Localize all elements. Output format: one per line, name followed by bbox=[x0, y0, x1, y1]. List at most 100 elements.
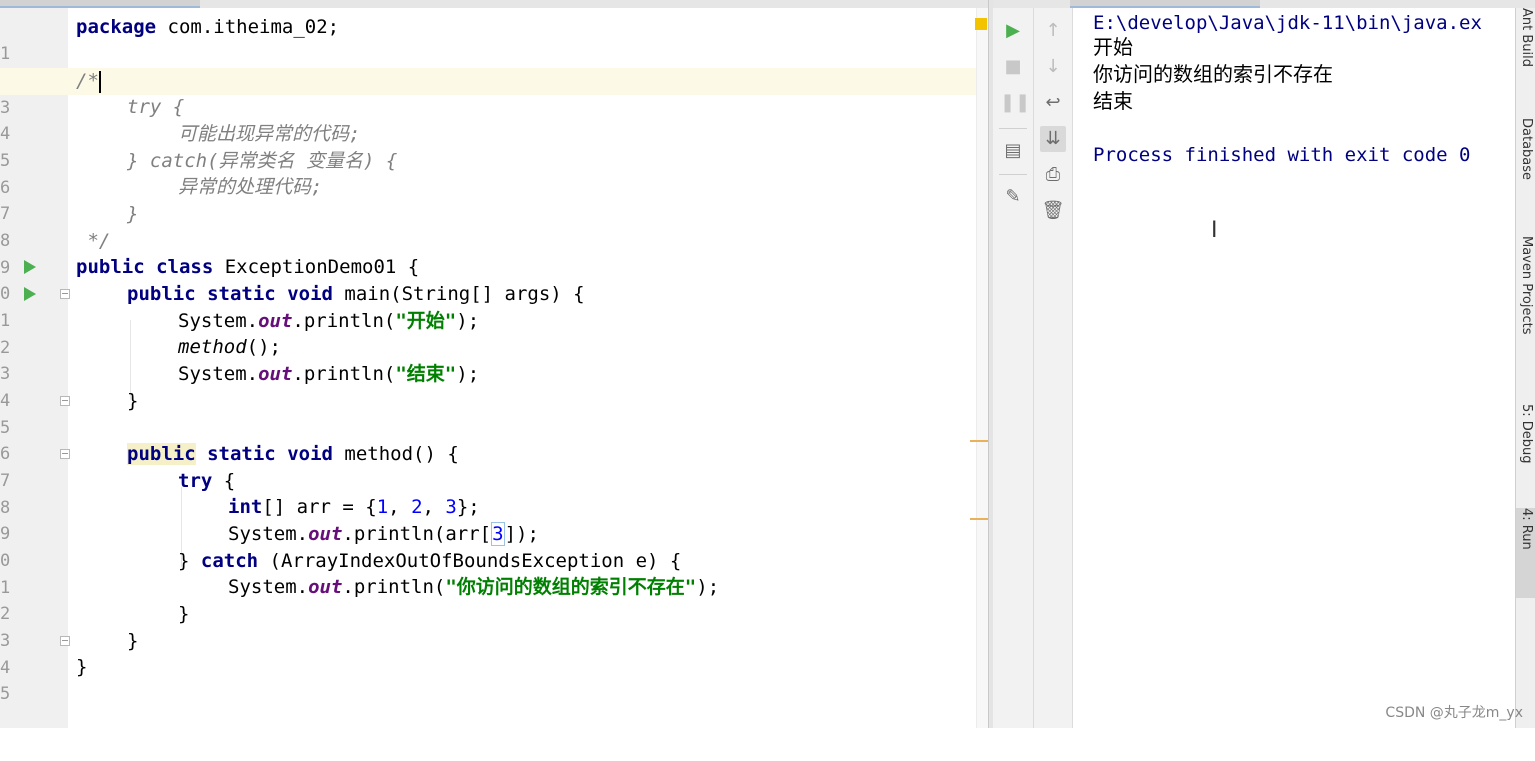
run-console[interactable]: E:\develop\Java\jdk-11\bin\java.ex 开始 你访… bbox=[1073, 8, 1515, 728]
static-field: out bbox=[258, 310, 293, 332]
side-tab-maven[interactable]: Maven Projects bbox=[1516, 236, 1535, 376]
code-editor[interactable]: 1 package com.itheima_02; 2 3 /* 4 try {… bbox=[0, 8, 990, 728]
code-text: } bbox=[178, 603, 190, 625]
keyword: public bbox=[127, 443, 196, 465]
code-text: ExceptionDemo01 { bbox=[213, 256, 420, 278]
keyword: public bbox=[127, 283, 196, 305]
current-code-line: 3 /* bbox=[0, 68, 976, 118]
code-line: 2 System.out.println("开始"); bbox=[0, 308, 976, 358]
side-tab-run[interactable]: 4: Run bbox=[1516, 508, 1535, 598]
code-text: com.itheima_02; bbox=[156, 16, 340, 38]
code-text: System. bbox=[178, 363, 259, 385]
comment-text: */ bbox=[76, 230, 111, 252]
keyword: void bbox=[287, 283, 333, 305]
code-line: 6 } catch(异常类名 变量名) { bbox=[0, 148, 976, 198]
code-text: ); bbox=[456, 363, 480, 385]
side-tab-database[interactable]: Database bbox=[1516, 118, 1535, 218]
pause-icon[interactable]: ❚❚ bbox=[1000, 90, 1030, 116]
comment-text: 可能出现异常的代码; bbox=[178, 123, 361, 145]
toolbar-separator bbox=[999, 128, 1027, 129]
side-tab-ant-build[interactable]: Ant Build bbox=[1516, 8, 1535, 88]
code-text: main(String[] args) { bbox=[332, 283, 585, 305]
code-line: 0 System.out.println(arr[3]); bbox=[0, 521, 976, 571]
code-line: 3 } bbox=[0, 601, 976, 651]
comment-text: 异常的处理代码; bbox=[178, 176, 323, 198]
stop-icon[interactable]: ■ bbox=[1000, 54, 1026, 80]
comment-text: /* bbox=[76, 70, 99, 92]
keyword: static bbox=[207, 443, 276, 465]
code-text: (); bbox=[246, 336, 281, 358]
static-field: out bbox=[308, 523, 343, 545]
code-line: 7 public static void method() { bbox=[0, 441, 976, 491]
code-line: 7 异常的处理代码; bbox=[0, 174, 976, 224]
run-tab[interactable] bbox=[1070, 0, 1260, 8]
code-text: .println( bbox=[292, 310, 396, 332]
static-field: out bbox=[308, 576, 343, 598]
code-text: ); bbox=[456, 310, 480, 332]
trash-icon[interactable]: 🗑 bbox=[1040, 198, 1066, 224]
run-class-icon[interactable] bbox=[24, 260, 36, 274]
code-line: 1 public static void main(String[] args)… bbox=[0, 281, 976, 331]
code-line: 3 method(); bbox=[0, 334, 976, 384]
console-command-line: E:\develop\Java\jdk-11\bin\java.ex bbox=[1093, 12, 1482, 34]
code-text: } bbox=[127, 390, 139, 412]
keyword: public bbox=[76, 256, 145, 278]
comment-text: try { bbox=[127, 96, 185, 118]
arrow-up-icon[interactable]: ↑ bbox=[1040, 18, 1066, 44]
static-field: out bbox=[258, 363, 293, 385]
code-line: 2 System.out.println("你访问的数组的索引不存在"); bbox=[0, 574, 976, 624]
play-icon[interactable]: ▶ bbox=[1000, 18, 1026, 44]
fold-toggle-icon[interactable] bbox=[60, 636, 70, 646]
pin-icon[interactable]: ✎ bbox=[1000, 184, 1026, 210]
arrow-down-icon[interactable]: ↓ bbox=[1040, 54, 1066, 80]
comment-text: } bbox=[127, 203, 139, 225]
code-line: 5 可能出现异常的代码; bbox=[0, 121, 976, 171]
code-line: 6 bbox=[0, 414, 976, 464]
keyword: static bbox=[207, 283, 276, 305]
comment-text: } catch(异常类名 变量名) { bbox=[127, 150, 398, 172]
code-text: } bbox=[178, 550, 201, 572]
code-line: 0 public class ExceptionDemo01 { bbox=[0, 254, 976, 304]
toolbar-separator bbox=[999, 174, 1027, 175]
code-text: } bbox=[76, 656, 88, 678]
code-line: 4 } bbox=[0, 628, 976, 678]
fold-toggle-icon[interactable] bbox=[60, 289, 70, 299]
keyword: void bbox=[287, 443, 333, 465]
layout-icon[interactable]: ▤ bbox=[1000, 138, 1026, 164]
number-literal: 3 bbox=[445, 496, 457, 518]
console-output-line: 你访问的数组的索引不存在 bbox=[1093, 62, 1333, 86]
code-text: } bbox=[127, 630, 139, 652]
keyword: package bbox=[76, 16, 157, 38]
run-main-icon[interactable] bbox=[24, 287, 36, 301]
keyword: int bbox=[228, 496, 263, 518]
fold-toggle-icon[interactable] bbox=[60, 449, 70, 459]
code-text: .println( bbox=[292, 363, 396, 385]
string-literal: "开始" bbox=[395, 310, 457, 332]
code-line: 9 */ bbox=[0, 228, 976, 278]
line-number: 5 bbox=[0, 683, 11, 704]
right-tool-strip: Ant Build Database Maven Projects 5: Deb… bbox=[1515, 8, 1535, 728]
editor-tab[interactable] bbox=[0, 0, 200, 8]
code-line: 1 package com.itheima_02; bbox=[0, 14, 976, 64]
code-text: }; bbox=[456, 496, 480, 518]
code-text: .println( bbox=[342, 576, 446, 598]
warning-indicator-icon[interactable] bbox=[975, 18, 987, 30]
fold-toggle-icon[interactable] bbox=[60, 396, 70, 406]
soft-wrap-icon[interactable]: ↩ bbox=[1040, 90, 1066, 116]
code-text: System. bbox=[178, 310, 259, 332]
text-cursor-icon: I bbox=[1211, 218, 1218, 243]
code-text: ]); bbox=[504, 523, 539, 545]
code-line: 1 } catch (ArrayIndexOutOfBoundsExceptio… bbox=[0, 548, 976, 598]
method-call: method bbox=[178, 336, 247, 358]
code-text: System. bbox=[228, 523, 309, 545]
print-icon[interactable]: ⎙ bbox=[1040, 162, 1066, 188]
text-caret bbox=[98, 70, 101, 93]
string-literal: "结束" bbox=[395, 363, 457, 385]
side-tab-debug[interactable]: 5: Debug bbox=[1516, 404, 1535, 504]
number-literal: 3 bbox=[491, 522, 505, 546]
code-text: ); bbox=[696, 576, 720, 598]
code-line: 2 bbox=[0, 41, 976, 91]
watermark: CSDN @丸子龙m_yx bbox=[1385, 705, 1523, 721]
scroll-to-end-icon[interactable]: ⇊ bbox=[1040, 126, 1066, 152]
code-line: 8 } bbox=[0, 201, 976, 251]
